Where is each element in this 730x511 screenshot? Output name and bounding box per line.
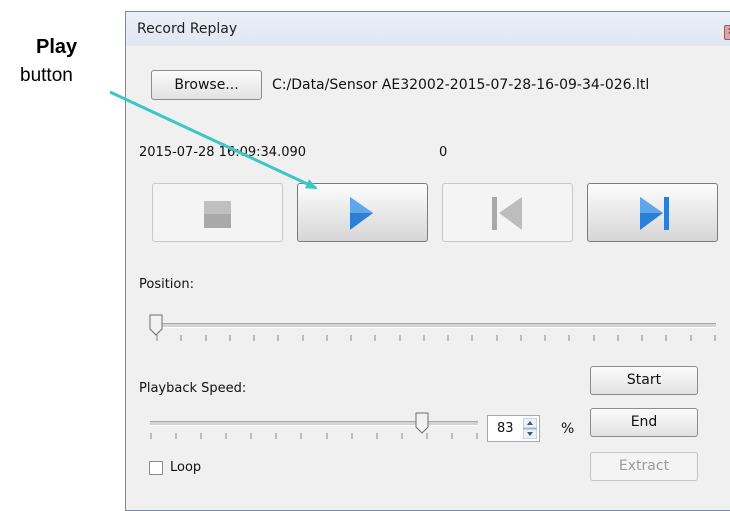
annotation-text: button <box>20 65 73 86</box>
speed-ticks <box>150 433 478 439</box>
playback-speed-label: Playback Speed: <box>139 381 247 396</box>
end-button[interactable]: End <box>590 408 698 437</box>
loop-checkbox[interactable] <box>149 461 163 475</box>
speed-spinbox[interactable]: 83 <box>487 415 540 442</box>
play-icon <box>350 197 373 230</box>
stop-icon <box>204 201 231 228</box>
position-label: Position: <box>139 277 194 292</box>
browse-button[interactable]: Browse... <box>151 70 262 100</box>
extract-button[interactable]: Extract <box>590 452 698 481</box>
position-ticks <box>156 335 716 341</box>
timestamp: 2015-07-28 16:09:34.090 <box>139 145 307 160</box>
close-icon[interactable]: × <box>724 25 730 40</box>
loop-label: Loop <box>170 460 202 475</box>
record-replay-window: Record Replay × Browse... C:/Data/Sensor… <box>125 11 730 511</box>
step-back-icon <box>492 197 522 230</box>
speed-value: 83 <box>497 421 514 436</box>
window-title: Record Replay <box>137 21 238 37</box>
stop-button[interactable] <box>152 183 283 242</box>
position-slider-track[interactable] <box>156 323 716 328</box>
annotation-title: Play <box>36 36 78 58</box>
spin-arrows-icon[interactable] <box>523 418 537 439</box>
position-slider-thumb[interactable] <box>149 314 163 336</box>
percent-unit: % <box>561 421 575 437</box>
frame-counter: 0 <box>439 145 448 160</box>
step-forward-icon <box>640 197 669 230</box>
step-back-button[interactable] <box>442 183 573 242</box>
file-path: C:/Data/Sensor AE32002-2015-07-28-16-09-… <box>272 77 650 93</box>
start-button[interactable]: Start <box>590 366 698 395</box>
speed-slider-thumb[interactable] <box>415 412 429 434</box>
step-forward-button[interactable] <box>587 183 718 242</box>
play-button[interactable] <box>297 183 428 242</box>
title-bar: Record Replay × <box>126 12 730 46</box>
